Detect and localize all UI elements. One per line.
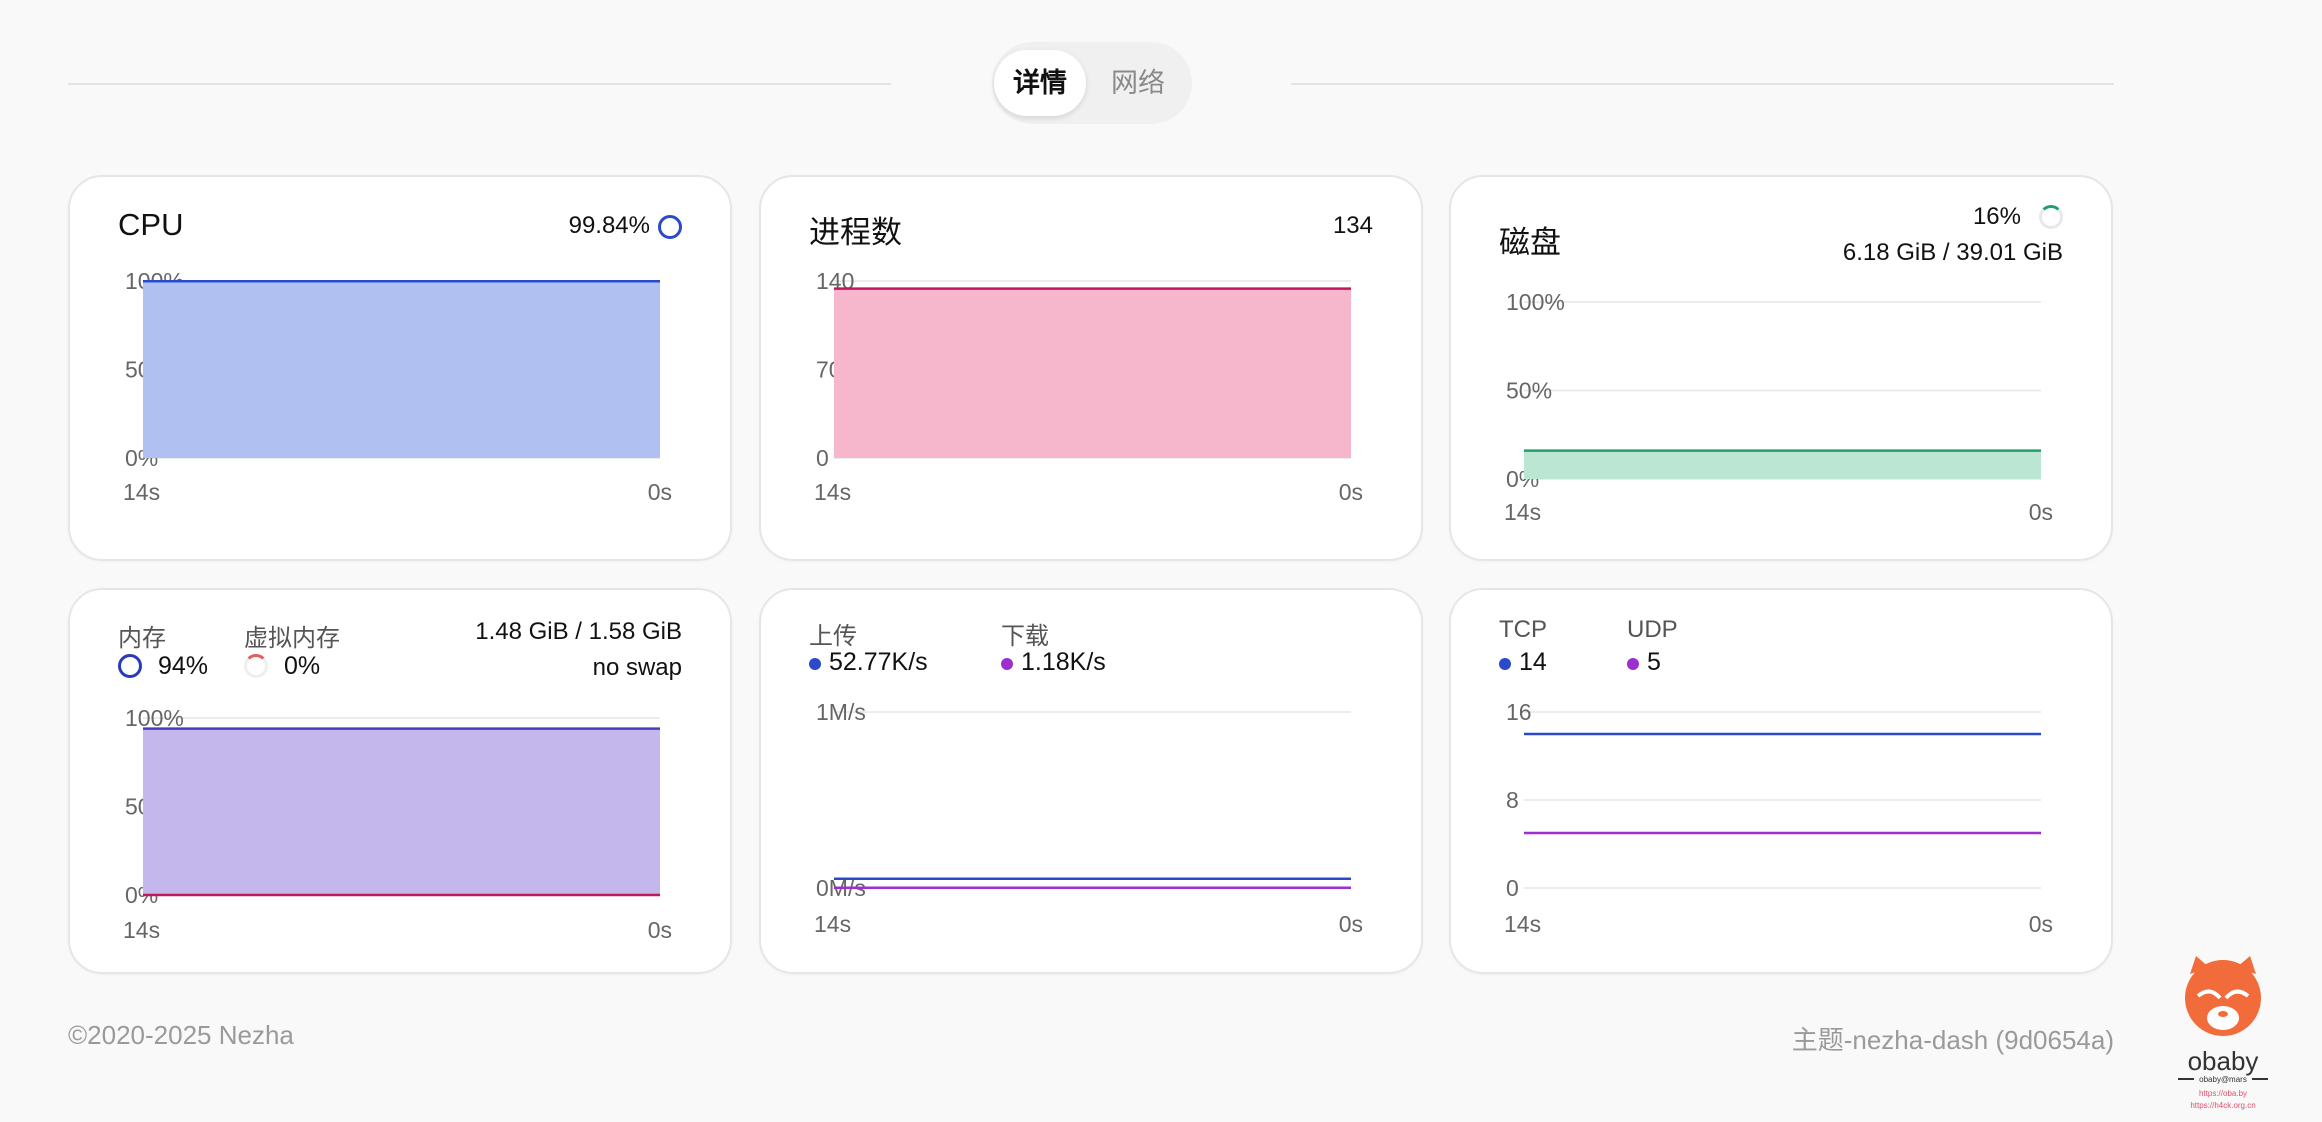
network-chart: 1M/s0M/s14s 0s — [814, 699, 1363, 937]
footer-theme: 主题-nezha-dash (9d0654a) — [1791, 1025, 2114, 1055]
obaby-logo[interactable]: obaby obaby@mars https://oba.by https://… — [2168, 956, 2278, 1116]
disk-card: 磁盘 16% 6.18 GiB / 39.01 GiB 100% 50% 0% 14s… — [1449, 175, 2113, 561]
disk-chart: 100%50%0%14s 0s — [1504, 289, 2053, 525]
process-card: 进程数 134 140 70 0 14s 0s — [759, 175, 1423, 561]
tab-network[interactable]: 网络 — [1092, 50, 1184, 116]
y-tick-label: 1M/s — [816, 699, 866, 725]
process-chart: 14070014s 0s — [814, 268, 1363, 505]
series-area-0 — [143, 728, 660, 895]
x-tick-label: 0s — [1339, 911, 1363, 937]
y-tick-label: 100% — [125, 705, 184, 731]
tab-details[interactable]: 详情 — [994, 50, 1086, 116]
x-tick-label: 14s — [123, 917, 160, 943]
logo-text: obaby — [2188, 1046, 2259, 1076]
y-tick-label: 0 — [816, 445, 829, 471]
memory-card: 内存 94% 虚拟内存 0% 1.48 GiB / 1.58 GiB no sw… — [68, 588, 732, 974]
x-tick-label: 14s — [1504, 499, 1541, 525]
x-tick-label: 14s — [814, 911, 851, 937]
logo-url-1: https://oba.by — [2199, 1089, 2247, 1098]
header-divider-right — [1291, 83, 2114, 85]
x-tick-label: 14s — [123, 479, 160, 505]
y-tick-label: 16 — [1506, 699, 1532, 725]
series-area-0 — [1524, 450, 2041, 479]
series-area-0 — [834, 288, 1351, 458]
x-tick-label: 0s — [648, 917, 672, 943]
series-area-0 — [143, 281, 660, 458]
cpu-chart: 100%50%0%14s0s — [123, 268, 672, 505]
x-tick-label: 14s — [1504, 911, 1541, 937]
logo-subtitle: obaby@mars — [2199, 1075, 2247, 1084]
tab-switcher: 详情 网络 — [992, 42, 1192, 124]
connections-card: TCP 14 UDP 5 16 8 0 14s 0s — [1449, 588, 2113, 974]
x-tick-label: 0s — [648, 479, 672, 505]
footer-copyright: ©2020-2025 Nezha — [68, 1020, 294, 1050]
header-divider-left — [68, 83, 891, 85]
x-tick-label: 0s — [2029, 499, 2053, 525]
y-tick-label: 50% — [1506, 378, 1552, 404]
network-card: 上传 52.77K/s 下载 1.18K/s 1M/s 0M/s 14s 0s — [759, 588, 1423, 974]
x-tick-label: 14s — [814, 479, 851, 505]
y-tick-label: 8 — [1506, 787, 1519, 813]
y-tick-label: 100% — [1506, 289, 1565, 315]
y-tick-label: 0 — [1506, 875, 1519, 901]
cat-face-icon: obaby obaby@mars https://oba.by https://… — [2178, 956, 2268, 1110]
connections-chart: 16 8 0 14s 0s — [1504, 699, 2053, 937]
memory-chart: 100%50%0%14s0s — [123, 705, 672, 943]
x-tick-label: 0s — [2029, 911, 2053, 937]
logo-url-2: https://h4ck.org.cn — [2190, 1101, 2255, 1110]
x-tick-label: 0s — [1339, 479, 1363, 505]
cpu-card: CPU 99.84% 100%50%0%14s0s — [68, 175, 732, 561]
